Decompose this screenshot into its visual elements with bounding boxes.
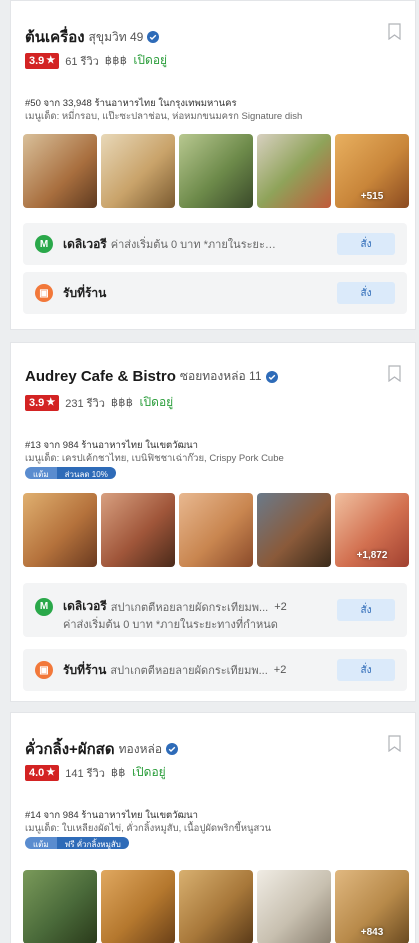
restaurant-branch: ทองหล่อ [118,741,163,756]
restaurant-branch: ซอยทองหล่อ 11 [179,369,262,383]
recommended-dishes: เมนูเด็ด: เครปเค้กชาไทย, เบนิฟิชชาเฉ่าก๊… [25,453,284,464]
pickup-description: สปาเกตตีหอยลายผัดกระเทียมพ... [110,665,268,677]
open-status: เปิดอยู่ [139,395,174,409]
restaurant-card[interactable]: คั่วกลิ้ง+ผักสด ทองหล่อ 4.0 ★ 141 รีวิว ฿… [10,712,416,943]
recommended-dishes: เมนูเด็ด: ใบเหลียงผัดไข่, คั่วกลิ้งหมูสั… [25,823,272,834]
food-photo[interactable] [257,134,331,208]
verified-badge-icon [147,31,160,43]
pickup-row[interactable]: ▣ รับที่ร้าน สั่ง [23,272,407,314]
star-icon: ★ [46,55,56,66]
restaurant-title[interactable]: ต้นเครื่อง สุขุมวิท 49 [25,25,160,49]
star-icon: ★ [46,767,56,778]
food-photo[interactable] [257,493,331,567]
promo-tag: แต้ม [25,837,57,849]
pickup-more-count: +2 [273,664,287,676]
review-count[interactable]: 61 รีวิว [65,52,99,70]
pickup-label: รับที่ร้าน [63,285,107,300]
pickup-order-button[interactable]: สั่ง [337,282,395,304]
recommended-dishes: เมนูเด็ด: หมี่กรอบ, แป๊ะซะปลาช่อน, ห่อหม… [25,111,303,122]
open-status: เปิดอยู่ [131,765,166,779]
restaurant-card[interactable]: Audrey Cafe & Bistro ซอยทองหล่อ 11 3.9 ★ … [10,342,416,702]
promo-badge[interactable]: แต้ม ส่วนลด 10% [25,467,116,479]
review-count[interactable]: 141 รีวิว [65,764,105,782]
restaurant-title[interactable]: คั่วกลิ้ง+ผักสด ทองหล่อ [25,737,179,761]
food-photo[interactable] [257,870,331,943]
delivery-order-button[interactable]: สั่ง [337,599,395,621]
pickup-label: รับที่ร้าน [63,662,107,677]
bookmark-icon[interactable] [388,365,401,382]
delivery-row[interactable]: M เดลิเวอรี ค่าส่งเริ่มต้น 0 บาท *ภายในร… [23,223,407,265]
rating-badge: 3.9 ★ [25,52,60,69]
delivery-order-button[interactable]: สั่ง [337,233,395,255]
price-level: ฿฿฿ [104,55,128,67]
restaurant-name[interactable]: Audrey Cafe & Bistro [25,368,176,385]
delivery-description: ค่าส่งเริ่มต้น 0 บาท *ภายในระยะทางที่กำ.… [110,239,281,251]
restaurant-card[interactable]: ต้นเครื่อง สุขุมวิท 49 3.9 ★ 61 รีวิว ฿฿฿… [10,0,416,330]
more-photos-count: +1,872 [356,550,388,561]
delivery-row[interactable]: M เดลิเวอรี สปาเกตตีหอยลายผัดกระเทียมพ..… [23,583,407,637]
bookmark-icon[interactable] [388,23,401,40]
more-photos-count: +515 [360,191,384,202]
promo-tag: แต้ม [25,467,57,479]
pickup-icon: ▣ [35,284,53,302]
food-photo-more[interactable]: +515 [335,134,409,208]
pickup-order-button[interactable]: สั่ง [337,659,395,681]
food-photo[interactable] [179,870,253,943]
rating-badge: 4.0 ★ [25,764,60,781]
price-level: ฿฿ [110,767,126,779]
restaurant-name[interactable]: คั่วกลิ้ง+ผักสด [25,737,115,761]
food-photo[interactable] [101,493,175,567]
food-photo[interactable] [179,493,253,567]
delivery-icon: M [35,235,53,253]
pickup-row[interactable]: ▣ รับที่ร้าน สปาเกตตีหอยลายผัดกระเทียมพ.… [23,649,407,691]
pickup-icon: ▣ [35,661,53,679]
promo-text: ฟรี คั่วกลิ้งหมูสับ [56,837,129,849]
restaurant-name[interactable]: ต้นเครื่อง [25,25,85,49]
photo-strip[interactable]: +843 [23,870,409,943]
verified-badge-icon [265,370,278,383]
delivery-label: เดลิเวอรี [63,236,107,251]
food-photo[interactable] [101,870,175,943]
rating-badge: 3.9 ★ [25,394,60,411]
promo-text: ส่วนลด 10% [56,467,116,479]
price-level: ฿฿฿ [110,397,134,409]
food-photo-more[interactable]: +843 [335,870,409,943]
delivery-description: สปาเกตตีหอยลายผัดกระเทียมพ... [110,601,269,614]
food-photo[interactable] [23,493,97,567]
restaurant-meta: 3.9 ★ 231 รีวิว ฿฿฿ เปิดอยู่ [25,393,173,412]
restaurant-meta: 3.9 ★ 61 รีวิว ฿฿฿ เปิดอยู่ [25,51,167,70]
verified-badge-icon [166,743,179,755]
restaurant-meta: 4.0 ★ 141 รีวิว ฿฿ เปิดอยู่ [25,763,166,782]
open-status: เปิดอยู่ [133,53,168,67]
food-photo[interactable] [23,134,97,208]
food-photo[interactable] [23,870,97,943]
photo-strip[interactable]: +1,872 [23,493,409,567]
food-photo[interactable] [179,134,253,208]
bookmark-icon[interactable] [388,735,401,752]
restaurant-branch: สุขุมวิท 49 [88,29,144,44]
delivery-fee-text: ค่าส่งเริ่มต้น 0 บาท *ภายในระยะทางที่กำห… [63,619,278,631]
promo-badge[interactable]: แต้ม ฟรี คั่วกลิ้งหมูสับ [25,837,129,849]
star-icon: ★ [46,397,56,408]
review-count[interactable]: 231 รีวิว [65,394,105,412]
delivery-more-count: +2 [274,600,287,613]
food-photo[interactable] [101,134,175,208]
delivery-label: เดลิเวอรี [63,599,107,613]
delivery-icon: M [35,597,53,616]
photo-strip[interactable]: +515 [23,134,409,208]
restaurant-title[interactable]: Audrey Cafe & Bistro ซอยทองหล่อ 11 [25,367,278,386]
food-photo-more[interactable]: +1,872 [335,493,409,567]
more-photos-count: +843 [360,927,384,938]
